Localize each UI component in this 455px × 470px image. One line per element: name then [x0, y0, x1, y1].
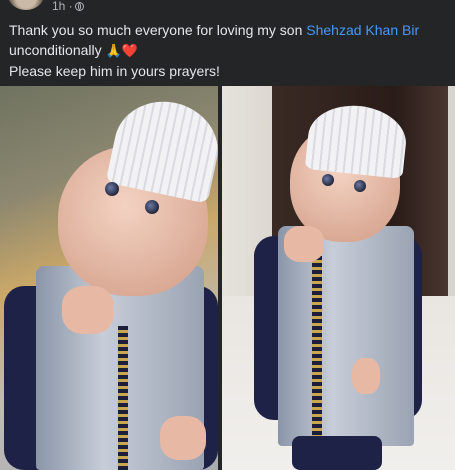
post-photos — [0, 86, 455, 470]
photo-left[interactable] — [0, 86, 218, 470]
author-avatar[interactable] — [8, 0, 44, 10]
emoji-pray-heart: 🙏❤️ — [105, 43, 138, 58]
photo-right[interactable] — [222, 86, 455, 470]
post-text: Thank you so much everyone for loving my… — [9, 20, 449, 81]
post-header: 1h · — [0, 0, 455, 14]
post-card: 1h · Thank you so much everyone for lovi… — [0, 0, 455, 470]
mention-link[interactable]: Shehzad Khan Bir — [306, 22, 419, 38]
post-timestamp[interactable]: 1h · — [52, 0, 84, 12]
post-text-line1: Thank you so much everyone for loving my… — [9, 22, 307, 38]
post-text-line2: unconditionally — [9, 42, 102, 58]
timestamp-text: 1h · — [52, 0, 73, 13]
post-text-line3: Please keep him in yours prayers! — [9, 63, 220, 79]
child-figure — [222, 86, 455, 470]
globe-icon — [74, 2, 84, 11]
child-figure — [0, 86, 218, 470]
